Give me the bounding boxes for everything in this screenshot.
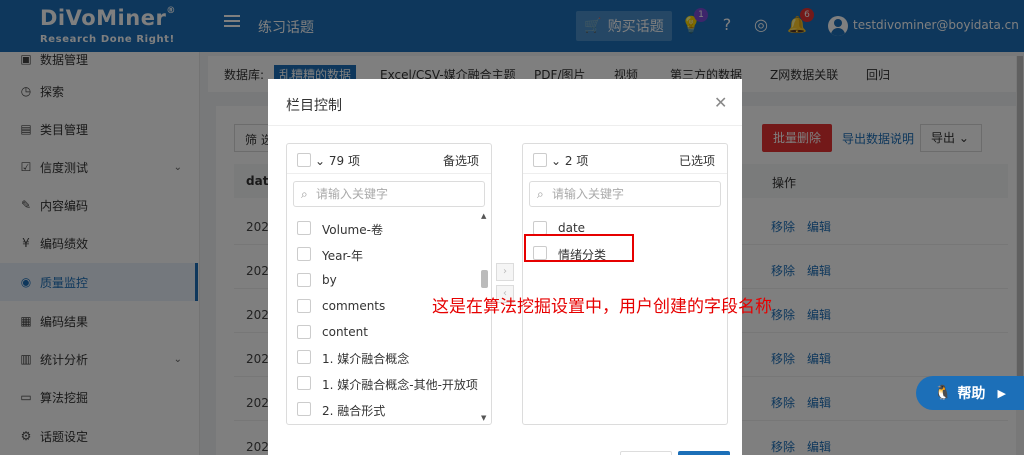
list-item[interactable]: content	[287, 320, 477, 344]
move-right-button[interactable]: ›	[496, 263, 514, 281]
item-label: comments	[322, 299, 386, 313]
cancel-button[interactable]	[620, 451, 672, 455]
highlight-box	[524, 234, 634, 262]
item-label: date	[558, 221, 586, 235]
available-search: ⌕	[293, 181, 485, 207]
item-checkbox[interactable]	[297, 299, 311, 313]
search-icon: ⌕	[537, 187, 544, 201]
select-all-available-checkbox[interactable]	[297, 153, 311, 167]
selected-tag: 已选项	[678, 154, 715, 168]
available-tag: 备选项	[442, 154, 479, 168]
item-checkbox[interactable]	[297, 325, 311, 339]
scroll-down-icon[interactable]: ▼	[481, 414, 486, 422]
selected-panel: ⌄ 2 项 已选项 ⌕ date 情绪分类	[522, 143, 728, 425]
list-item[interactable]: Year-年	[287, 242, 477, 266]
selected-count[interactable]: ⌄ 2 项	[551, 152, 588, 169]
dialog-divider	[268, 125, 742, 126]
annotation-text: 这是在算法挖掘设置中，用户创建的字段名称	[432, 297, 772, 317]
column-control-dialog: 栏目控制 ✕ ⌄ 79 项 备选项 ⌕ Volume-卷 Year-年 by c…	[268, 79, 742, 455]
select-all-selected-checkbox[interactable]	[533, 153, 547, 167]
available-list: Volume-卷 Year-年 by comments content 1. 媒…	[287, 212, 491, 422]
available-panel: ⌄ 79 项 备选项 ⌕ Volume-卷 Year-年 by comments…	[286, 143, 492, 425]
item-label: Year-年	[322, 249, 363, 263]
available-panel-header: ⌄ 79 项 备选项	[287, 144, 491, 174]
scroll-thumb[interactable]	[481, 270, 488, 288]
list-item[interactable]: by	[287, 268, 477, 292]
list-item[interactable]: Volume-卷	[287, 216, 477, 240]
item-label: 1. 媒介融合概念-其他-开放项	[322, 378, 478, 392]
item-checkbox[interactable]	[297, 221, 311, 235]
available-count[interactable]: ⌄ 79 项	[315, 152, 360, 169]
item-checkbox[interactable]	[297, 402, 311, 416]
item-label: 1. 媒介融合概念	[322, 352, 410, 366]
expand-arrow-icon: ▶	[997, 386, 1006, 400]
available-search-input[interactable]	[316, 185, 480, 203]
selected-search-input[interactable]	[552, 185, 716, 203]
item-label: content	[322, 325, 368, 339]
list-item[interactable]: 2. 融合形式	[287, 397, 477, 421]
list-item[interactable]: 1. 媒介融合概念-其他-开放项	[287, 371, 478, 395]
qq-penguin-icon: 🐧	[934, 385, 952, 401]
scroll-up-icon[interactable]: ▲	[481, 212, 486, 220]
close-icon[interactable]: ✕	[714, 93, 727, 112]
selected-panel-header: ⌄ 2 项 已选项	[523, 144, 727, 174]
dialog-title: 栏目控制	[286, 98, 342, 114]
help-label: 帮助	[957, 386, 986, 402]
item-checkbox[interactable]	[297, 376, 311, 390]
selected-search: ⌕	[529, 181, 721, 207]
item-label: Volume-卷	[322, 223, 383, 237]
item-label: by	[322, 273, 337, 287]
available-list-scrollbar[interactable]: ▲ ▼	[479, 212, 489, 422]
search-icon: ⌕	[301, 187, 308, 201]
item-checkbox[interactable]	[533, 221, 547, 235]
list-item[interactable]: 1. 媒介融合概念	[287, 345, 477, 369]
item-checkbox[interactable]	[297, 273, 311, 287]
item-checkbox[interactable]	[297, 350, 311, 364]
item-checkbox[interactable]	[297, 247, 311, 261]
item-label: 2. 融合形式	[322, 404, 386, 418]
help-button[interactable]: 🐧 帮助 ▶	[916, 376, 1024, 410]
confirm-button[interactable]	[678, 451, 730, 455]
